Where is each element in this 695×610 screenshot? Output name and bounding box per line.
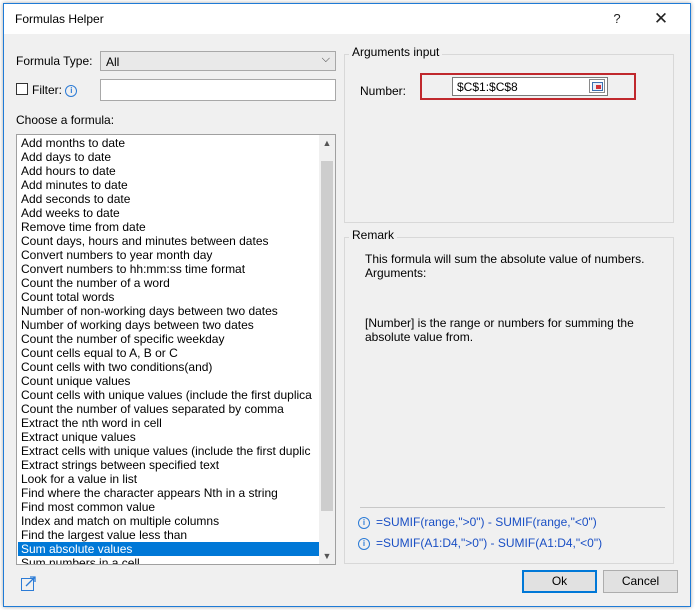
formula-list-item[interactable]: Extract strings between specified text [18, 458, 319, 472]
formula-list-item[interactable]: Add minutes to date [18, 178, 319, 192]
share-icon[interactable] [21, 576, 36, 591]
remark-description: This formula will sum the absolute value… [365, 252, 645, 266]
example-formula-2-text: =SUMIF(A1:D4,">0") - SUMIF(A1:D4,"<0") [376, 536, 603, 550]
scroll-down-icon[interactable]: ▼ [319, 548, 335, 564]
arguments-group-title: Arguments input [349, 45, 443, 59]
formula-list-items: Add months to date Add days to date Add ho… [18, 136, 319, 564]
remark-group-title: Remark [349, 228, 398, 242]
help-button[interactable]: ? [602, 8, 632, 30]
formula-list-item[interactable]: Count cells equal to A, B or C [18, 346, 319, 360]
formula-list-item[interactable]: Convert numbers to hh:mm:ss time format [18, 262, 319, 276]
formula-list-item[interactable]: Count total words [18, 290, 319, 304]
scrollbar-thumb[interactable] [321, 161, 333, 511]
formula-list[interactable]: Add months to date Add days to date Add ho… [16, 134, 336, 565]
filter-label-text: Filter: [32, 83, 62, 97]
formula-type-dropdown[interactable]: All ⌵ [100, 51, 336, 71]
remark-divider [360, 507, 665, 508]
formula-list-item[interactable]: Extract cells with unique values (includ… [18, 444, 319, 458]
formula-list-item[interactable]: Count unique values [18, 374, 319, 388]
formula-list-item[interactable]: Sum numbers in a cell [18, 556, 319, 564]
remark-arguments-heading: Arguments: [365, 266, 427, 280]
formula-list-item[interactable]: Index and match on multiple columns [18, 514, 319, 528]
formula-list-item[interactable]: Add months to date [18, 136, 319, 150]
close-button[interactable]: ✕ [644, 8, 678, 30]
cancel-button[interactable]: Cancel [603, 570, 678, 593]
formulas-helper-dialog: Formulas Helper ? ✕ Formula Type: All ⌵ … [3, 3, 691, 607]
formula-list-item[interactable]: Extract the nth word in cell [18, 416, 319, 430]
filter-checkbox[interactable] [16, 83, 28, 95]
formula-list-item[interactable]: Count days, hours and minutes between da… [18, 234, 319, 248]
window-title: Formulas Helper [15, 12, 104, 26]
formula-list-item[interactable]: Count the number of a word [18, 276, 319, 290]
example-formula-1: i =SUMIF(range,">0") - SUMIF(range,"<0") [358, 515, 597, 529]
formula-list-item[interactable]: Find the largest value less than [18, 528, 319, 542]
example-formula-2: i =SUMIF(A1:D4,">0") - SUMIF(A1:D4,"<0") [358, 536, 602, 550]
example-formula-1-text: =SUMIF(range,">0") - SUMIF(range,"<0") [376, 515, 597, 529]
list-scrollbar[interactable]: ▲ ▼ [319, 135, 335, 564]
range-select-icon[interactable] [589, 79, 605, 93]
formula-list-item[interactable]: Look for a value in list [18, 472, 319, 486]
formula-list-item[interactable]: Find where the character appears Nth in … [18, 486, 319, 500]
formula-list-item[interactable]: Extract unique values [18, 430, 319, 444]
chevron-down-icon: ⌵ [321, 53, 330, 65]
formula-list-item[interactable]: Convert numbers to year month day [18, 248, 319, 262]
formula-list-item[interactable]: Count the number of specific weekday [18, 332, 319, 346]
remark-argument-line2: absolute value from. [365, 330, 474, 344]
filter-input[interactable] [100, 79, 336, 101]
formula-list-item[interactable]: Add seconds to date [18, 192, 319, 206]
formula-type-value: All [106, 55, 120, 69]
formula-list-item[interactable]: Add hours to date [18, 164, 319, 178]
title-bar: Formulas Helper ? ✕ [4, 4, 690, 34]
info-icon: i [358, 516, 370, 529]
number-label: Number: [360, 84, 407, 98]
formula-type-label: Formula Type: [16, 54, 93, 68]
formula-list-item[interactable]: Number of working days between two dates [18, 318, 319, 332]
formula-list-item[interactable]: Count cells with unique values (include … [18, 388, 319, 402]
formula-list-item[interactable]: Count cells with two conditions(and) [18, 360, 319, 374]
formula-list-item[interactable]: Sum absolute values [18, 542, 319, 556]
info-icon[interactable]: i [65, 84, 78, 97]
filter-label: Filter: i [32, 83, 78, 97]
formula-list-item[interactable]: Find most common value [18, 500, 319, 514]
remark-argument-line1: [Number] is the range or numbers for sum… [365, 316, 634, 330]
ok-button[interactable]: Ok [522, 570, 597, 593]
number-value: $C$1:$C$8 [457, 80, 518, 94]
number-input[interactable]: $C$1:$C$8 [452, 77, 608, 96]
formula-list-item[interactable]: Add days to date [18, 150, 319, 164]
info-icon: i [358, 537, 370, 550]
range-marker-shape [596, 85, 601, 89]
formula-list-item[interactable]: Number of non-working days between two d… [18, 304, 319, 318]
formula-list-item[interactable]: Add weeks to date [18, 206, 319, 220]
choose-formula-label: Choose a formula: [16, 113, 115, 127]
scroll-up-icon[interactable]: ▲ [319, 135, 335, 151]
formula-list-item[interactable]: Count the number of values separated by … [18, 402, 319, 416]
formula-list-item[interactable]: Remove time from date [18, 220, 319, 234]
